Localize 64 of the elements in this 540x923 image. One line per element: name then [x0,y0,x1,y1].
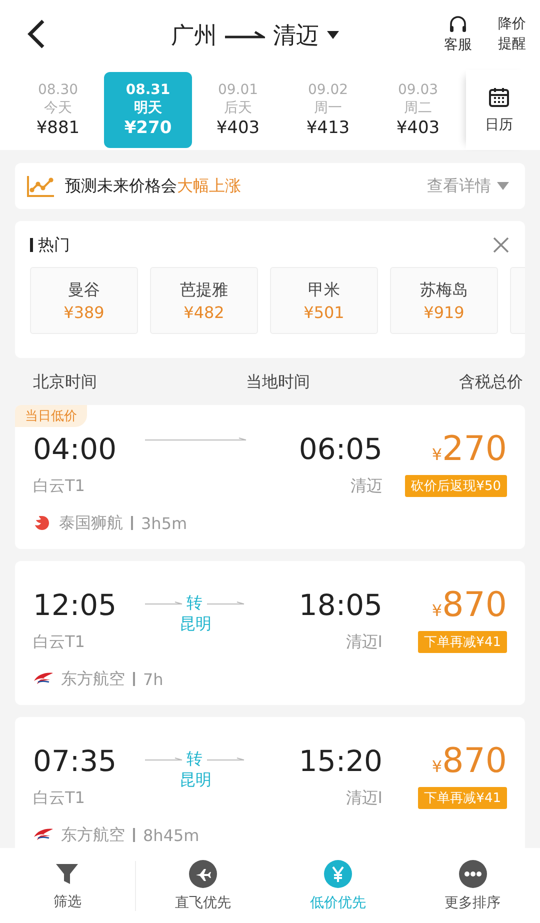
destination-item[interactable]: 芭提雅 ¥482 [150,267,258,334]
arrival-time: 15:20 [298,744,382,778]
flight-card[interactable]: 当日低价 04:00 06:05 ¥270 白云T1 清迈 砍价后返现¥50 泰国狮航 3h5m [15,405,525,549]
forecast-text: 预测未来价格会大幅上涨 [65,176,241,196]
promo-tag: 下单再减¥41 [418,787,507,809]
departure-time: 12:05 [33,588,118,622]
low-price-tag: 当日低价 [15,405,87,427]
airline-name: 泰国狮航 [59,512,123,534]
line-arrow-icon [206,756,244,762]
airplane-icon [189,860,218,888]
route-title[interactable]: 广州 清迈 [50,20,420,50]
transfer-city: 昆明 [180,770,212,791]
flight-duration: 8h45m [143,826,200,844]
caret-icon [497,182,509,190]
transfer-label: 转 [186,593,202,614]
sort-tab[interactable]: 筛选 [0,860,136,910]
departure-airport: 白云T1 [33,788,86,808]
departure-airport: 白云T1 [33,476,86,496]
price-alert-button[interactable]: 降价提醒 [496,15,528,55]
transfer-label: 转 [186,749,202,770]
flight-price: ¥870 [432,585,507,625]
arrival-airport: 清迈 [350,476,382,496]
arrival-time: 18:05 [298,588,382,622]
arrival-airport: 清迈I [346,632,382,652]
close-button[interactable] [492,236,510,254]
flight-card[interactable]: 07:35 转 昆明 15:20 ¥870 白云T1 清迈I 下单再减¥41 东方航空 8h45m [15,717,525,848]
customer-service-button[interactable]: 客服 [442,14,474,56]
line-arrow-icon [144,600,182,606]
sort-tab[interactable]: 更多排序 [405,860,540,912]
sort-tab[interactable]: 直飞优先 [136,860,270,912]
flight-price: ¥270 [432,429,507,469]
swallow-logo-icon [33,827,53,843]
departure-time: 04:00 [33,432,118,466]
column-header: 北京时间 [33,372,97,393]
destination-item[interactable]: 曼谷 ¥389 [30,267,138,334]
column-header: 当地时间 [246,372,310,393]
airline-name: 东方航空 [61,824,125,846]
more-icon [458,860,487,888]
flight-card[interactable]: 12:05 转 昆明 18:05 ¥870 白云T1 清迈I 下单再减¥41 东方航空 7h [15,561,525,705]
flight-duration: 3h5m [141,514,188,532]
airline-name: 东方航空 [61,668,125,690]
line-arrow-icon [144,437,246,443]
calendar-button[interactable]: 日历 [466,70,532,150]
section-title: 热门 [30,238,70,252]
calendar-icon [488,86,510,108]
dropdown-caret-icon [327,31,339,39]
column-header: 含税总价 [458,372,523,393]
destination-item[interactable]: 甲米 ¥501 [270,267,378,334]
flight-price: ¥870 [432,741,507,781]
yen-icon [324,860,352,888]
arrival-airport: 清迈I [346,788,382,808]
promo-tag: 下单再减¥41 [418,631,507,653]
departure-time: 07:35 [33,744,118,778]
flight-duration: 7h [143,670,164,688]
transfer-city: 昆明 [180,614,212,635]
bird-logo-icon [33,514,51,532]
arrival-time: 06:05 [298,432,382,466]
trend-chart-icon [27,175,55,197]
swallow-logo-icon [33,671,53,687]
line-arrow-icon [144,756,182,762]
line-arrow-icon [206,600,244,606]
destination-item[interactable]: 苏梅岛 ¥919 [390,267,498,334]
promo-tag: 砍价后返现¥50 [405,475,507,497]
departure-airport: 白云T1 [33,632,86,652]
